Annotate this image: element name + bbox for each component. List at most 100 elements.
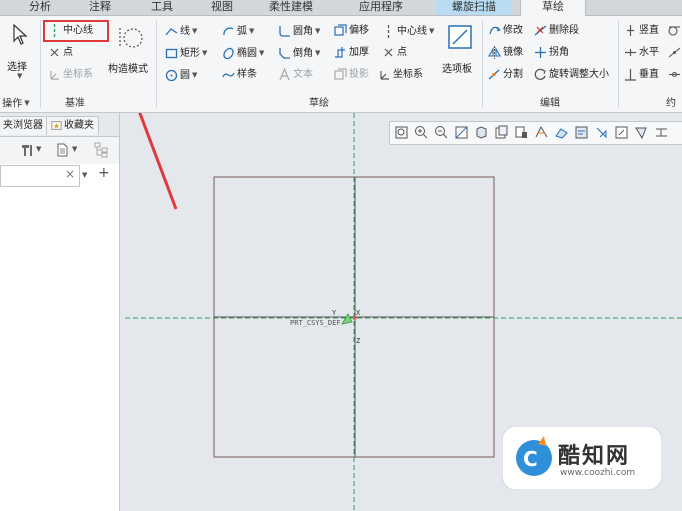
document-icon[interactable]: [56, 143, 69, 157]
tree-settings-icon[interactable]: [94, 142, 110, 158]
view-toolbar: [389, 121, 682, 145]
vertical-constraint-button[interactable]: 竖直: [624, 22, 659, 40]
line-button[interactable]: 线 ▼: [165, 22, 197, 40]
vertical-constraint-icon: [624, 24, 637, 37]
annotation-display-icon[interactable]: [574, 125, 589, 140]
modify-button[interactable]: 修改: [488, 22, 523, 40]
spline-icon: [222, 68, 235, 81]
zoom-out-icon[interactable]: [434, 125, 449, 140]
arc-button[interactable]: 弧 ▼: [222, 22, 254, 40]
perpendicular-constraint-button[interactable]: 垂直: [624, 66, 659, 84]
circle-button[interactable]: 圆 ▼: [165, 66, 197, 84]
perspective-icon[interactable]: [534, 125, 549, 140]
chamfer-icon: [278, 47, 291, 60]
rectangle-button[interactable]: 矩形 ▼: [165, 44, 207, 62]
tab-applications[interactable]: 应用程序: [348, 0, 414, 15]
fillet-button[interactable]: 圆角 ▼: [278, 22, 320, 40]
datum-coord-button[interactable]: 坐标系: [48, 66, 93, 84]
palette-icon: [447, 24, 473, 50]
spline-button[interactable]: 样条: [222, 66, 257, 84]
mirror-icon: [488, 45, 501, 59]
fillet-icon: [278, 25, 291, 38]
horizontal-constraint-icon: [624, 46, 637, 59]
thicken-button[interactable]: 加厚: [334, 44, 369, 62]
sketch-display-icon[interactable]: [634, 125, 649, 140]
left-panel-toolbar: ▼ ▼: [0, 137, 119, 164]
search-input[interactable]: ×: [0, 165, 80, 187]
datum-display-icon[interactable]: [554, 125, 569, 140]
view-manager-icon[interactable]: [514, 125, 529, 140]
chevron-down-icon[interactable]: ▼: [82, 171, 87, 179]
horizontal-constraint-button[interactable]: 水平: [624, 44, 659, 62]
saved-views-icon[interactable]: [494, 125, 509, 140]
tab-tools[interactable]: 工具: [140, 0, 184, 15]
chevron-down-icon: ▼: [315, 27, 321, 35]
tab-sketch[interactable]: 草绘: [520, 0, 586, 16]
watermark: C 酷知网 www.coozhi.com: [501, 425, 663, 491]
tab-helical-sweep[interactable]: 螺旋扫描: [436, 0, 512, 15]
point-x-icon: [48, 46, 61, 59]
clear-icon[interactable]: ×: [65, 167, 75, 181]
sketch-centerline-button[interactable]: 中心线 ▼: [382, 22, 434, 40]
divide-button[interactable]: 分割: [488, 66, 523, 84]
chevron-down-icon: ▼: [192, 27, 198, 35]
sketch-point-button[interactable]: 点: [382, 44, 407, 62]
cursor-arrow-icon: [11, 23, 29, 46]
ellipse-button[interactable]: 椭圆 ▼: [222, 44, 264, 62]
select-button[interactable]: 选择 ▼: [6, 22, 34, 82]
project-button[interactable]: 投影: [334, 66, 369, 84]
tab-analysis[interactable]: 分析: [18, 0, 62, 15]
offset-icon: [334, 23, 347, 37]
corner-button[interactable]: 拐角: [534, 44, 569, 62]
construction-mode-label: 构造模式: [108, 64, 148, 75]
delete-segment-button[interactable]: 删除段: [534, 22, 579, 40]
tab-favorites[interactable]: 收藏夹: [46, 116, 99, 135]
project-icon: [334, 67, 347, 81]
text-icon: [278, 67, 291, 81]
sketch-coord-button[interactable]: 坐标系: [378, 66, 423, 84]
axis-x-label: X: [356, 309, 361, 317]
refit-icon[interactable]: [394, 125, 409, 140]
divider: [40, 20, 41, 108]
chevron-down-icon: ▼: [429, 27, 435, 35]
tab-folder-browser[interactable]: 夹浏览器: [0, 116, 48, 135]
group-sketch: 草绘: [309, 98, 329, 109]
tab-view[interactable]: 视图: [200, 0, 244, 15]
coincident-constraint-icon[interactable]: [668, 66, 682, 84]
display-style-icon[interactable]: [474, 125, 489, 140]
star-icon: [51, 120, 62, 131]
divider: [482, 20, 483, 108]
sketch-view-icon[interactable]: [614, 125, 629, 140]
chevron-down-icon[interactable]: ▼: [36, 145, 41, 153]
midpoint-constraint-icon[interactable]: [668, 44, 682, 62]
corner-icon: [534, 46, 547, 59]
palette-label: 选项板: [442, 64, 472, 75]
tab-flexible-modeling[interactable]: 柔性建模: [258, 0, 324, 15]
tangent-constraint-icon[interactable]: [668, 22, 682, 40]
group-operations[interactable]: 操作 ▼: [0, 96, 38, 111]
repaint-icon[interactable]: [454, 125, 469, 140]
chevron-down-icon: ▼: [192, 71, 198, 79]
tab-annotate[interactable]: 注释: [78, 0, 122, 15]
centerline-icon: [382, 24, 395, 38]
mirror-button[interactable]: 镜像: [488, 44, 523, 62]
add-icon[interactable]: +: [98, 165, 110, 181]
delete-segment-icon: [534, 24, 547, 37]
dimension-display-icon[interactable]: [654, 125, 669, 140]
divide-icon: [488, 68, 501, 81]
tools-icon[interactable]: [20, 143, 34, 157]
palette-button[interactable]: 选项板: [440, 22, 480, 84]
datum-point-button[interactable]: 点: [48, 44, 73, 62]
construction-mode-button[interactable]: 构造模式: [108, 22, 154, 82]
rotate-resize-icon: [534, 68, 547, 81]
offset-button[interactable]: 偏移: [334, 22, 369, 40]
perpendicular-icon: [624, 68, 637, 81]
spin-center-icon[interactable]: [594, 125, 609, 140]
left-panel: 夹浏览器 收藏夹 ▼ ▼ × ▼ +: [0, 113, 120, 511]
chamfer-button[interactable]: 倒角 ▼: [278, 44, 320, 62]
zoom-in-icon[interactable]: [414, 125, 429, 140]
rotate-resize-button[interactable]: 旋转调整大小: [534, 66, 609, 84]
text-button[interactable]: 文本: [278, 66, 313, 84]
chevron-down-icon: ▼: [259, 49, 265, 57]
chevron-down-icon[interactable]: ▼: [72, 145, 77, 153]
